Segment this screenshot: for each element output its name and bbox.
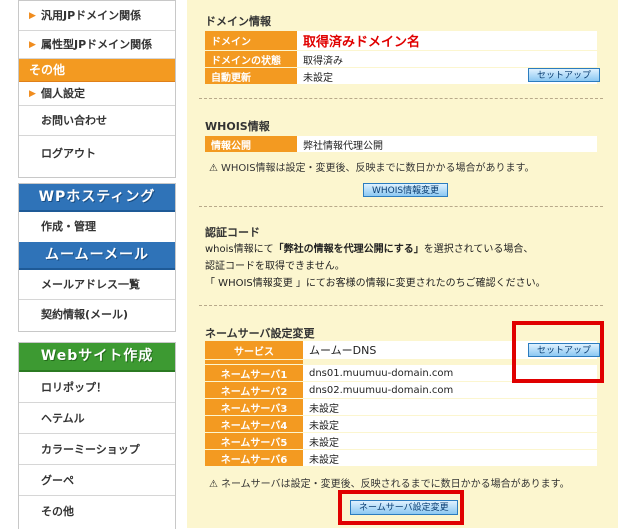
sidebar-item-contact[interactable]: お問い合わせ xyxy=(19,106,175,136)
sidebar-item-attribute-jp[interactable]: ▶ 属性型JPドメイン関係 xyxy=(19,31,175,59)
arrow-right-icon: ▶ xyxy=(29,11,36,21)
sidebar-item-label: ヘテムル xyxy=(41,412,85,425)
sidebar-item-label: グーペ xyxy=(41,474,74,487)
auto-renew-setup-button[interactable]: セットアップ xyxy=(528,68,601,82)
nameserver-title: ネームサーバ設定変更 xyxy=(205,327,315,340)
sidebar-item-label: ログアウト xyxy=(41,147,96,160)
sidebar-item-other[interactable]: その他 xyxy=(19,496,175,527)
warning-text: ネームサーバは設定・変更後、反映されるまでに数日かかる場合があります。 xyxy=(220,479,570,490)
warning-icon: ⚠ xyxy=(209,163,218,174)
sidebar-item-goope[interactable]: グーペ xyxy=(19,465,175,496)
web-site-heading: Webサイト作成 xyxy=(19,343,175,372)
whois-change-button[interactable]: WHOIS情報変更 xyxy=(363,183,449,197)
table-row: ネームサーバ3 未設定 xyxy=(205,398,597,416)
table-row: ネームサーバ2 dns02.muumuu-domain.com xyxy=(205,381,597,399)
table-value: 取得済み xyxy=(297,50,597,68)
table-key: サービス xyxy=(205,341,303,360)
warning-icon: ⚠ xyxy=(209,479,218,490)
table-row: ドメインの状態 取得済み xyxy=(205,50,597,68)
table-key: ドメイン xyxy=(205,31,297,51)
table-row: ネームサーバ5 未設定 xyxy=(205,432,597,450)
sidebar-item-label: メールアドレス一覧 xyxy=(41,278,140,291)
text: を選択されている場合、 xyxy=(423,244,534,255)
table-row: ネームサーバ4 未設定 xyxy=(205,415,597,433)
table-value: 未設定 xyxy=(303,449,597,467)
table-key: ネームサーバ1 xyxy=(205,364,303,382)
sidebar-item-generic-jp[interactable]: ▶ 汎用JPドメイン関係 xyxy=(19,1,175,31)
sidebar-item-mail-list[interactable]: メールアドレス一覧 xyxy=(19,270,175,300)
table-key: ネームサーバ5 xyxy=(205,432,303,450)
table-key: ドメインの状態 xyxy=(205,50,297,68)
table-key: ネームサーバ6 xyxy=(205,449,303,467)
wp-hosting-heading: WPホスティング xyxy=(19,184,175,212)
warning-text: WHOIS情報は設定・変更後、反映までに数日かかる場合があります。 xyxy=(220,163,535,174)
divider xyxy=(199,305,603,306)
table-row: 情報公開 弊社情報代理公開 xyxy=(205,136,597,153)
sidebar-menu-wp: WPホスティング 作成・管理 ムームーメール メールアドレス一覧 契約情報(メー… xyxy=(18,183,176,332)
divider xyxy=(199,98,603,99)
sidebar-item-colorme[interactable]: カラーミーショップ xyxy=(19,434,175,465)
text: whois情報にて xyxy=(205,244,274,255)
table-key: 情報公開 xyxy=(205,136,297,153)
table-key: ネームサーバ3 xyxy=(205,398,303,416)
table-value: 未設定 xyxy=(303,432,597,450)
table-value: 未設定 xyxy=(303,398,597,416)
auth-code-title: 認証コード xyxy=(205,226,260,239)
sidebar-item-label: お問い合わせ xyxy=(41,114,107,127)
highlight-box-change xyxy=(338,490,464,525)
sidebar-menu-web: Webサイト作成 ロリポップ！ ヘテムル カラーミーショップ グーペ その他 xyxy=(18,342,176,529)
sidebar-item-label: その他 xyxy=(41,505,74,518)
auth-code-line: whois情報にて「弊社の情報を代理公開にする」を選択されている場合、 xyxy=(205,241,546,258)
divider xyxy=(199,206,603,207)
auth-code-line: 認証コードを取得できません。 xyxy=(205,261,345,272)
whois-warning: ⚠ WHOIS情報は設定・変更後、反映までに数日かかる場合があります。 xyxy=(209,159,535,174)
sidebar-item-lolipop[interactable]: ロリポップ！ xyxy=(19,372,175,403)
sidebar-item-label: 個人設定 xyxy=(41,87,85,100)
sidebar-item-heteml[interactable]: ヘテムル xyxy=(19,403,175,434)
highlight-box-setup xyxy=(512,321,604,383)
sidebar-item-label: 属性型JPドメイン関係 xyxy=(41,38,153,51)
table-row: ドメイン 取得済みドメイン名 xyxy=(205,31,597,51)
table-value: 未設定 xyxy=(303,415,597,433)
whois-table: 情報公開 弊社情報代理公開 xyxy=(205,136,597,153)
text-bold: 「弊社の情報を代理公開にする」 xyxy=(273,244,424,255)
sidebar-section-other: その他 xyxy=(19,59,175,82)
sidebar-item-label: 作成・管理 xyxy=(41,220,96,233)
sidebar-item-label: ロリポップ！ xyxy=(41,381,107,394)
table-key: ネームサーバ4 xyxy=(205,415,303,433)
sidebar-item-label: 汎用JPドメイン関係 xyxy=(41,9,142,22)
auth-code-line: 「 WHOIS情報変更 」にてお客様の情報に変更されたのちご確認ください。 xyxy=(205,278,546,289)
table-key: ネームサーバ2 xyxy=(205,381,303,399)
domain-info-title: ドメイン情報 xyxy=(205,15,271,28)
arrow-right-icon: ▶ xyxy=(29,40,36,50)
domain-name-value: 取得済みドメイン名 xyxy=(297,31,597,51)
nameserver-warning: ⚠ ネームサーバは設定・変更後、反映されるまでに数日かかる場合があります。 xyxy=(209,475,570,490)
sidebar-menu-domain: ▶ 汎用JPドメイン関係 ▶ 属性型JPドメイン関係 その他 ▶ 個人設定 お問… xyxy=(18,0,176,178)
sidebar-item-personal-settings[interactable]: ▶ 個人設定 xyxy=(19,82,175,106)
whois-title: WHOIS情報 xyxy=(205,120,270,133)
auth-code-description: whois情報にて「弊社の情報を代理公開にする」を選択されている場合、 認証コー… xyxy=(205,241,546,292)
muumuu-mail-heading: ムームーメール xyxy=(19,242,175,270)
table-value: dns02.muumuu-domain.com xyxy=(303,381,597,399)
sidebar-item-logout[interactable]: ログアウト xyxy=(19,136,175,172)
table-row: ネームサーバ6 未設定 xyxy=(205,449,597,467)
table-key: 自動更新 xyxy=(205,67,297,85)
table-value: 弊社情報代理公開 xyxy=(297,136,597,153)
sidebar-item-mail-contract[interactable]: 契約情報(メール) xyxy=(19,300,175,330)
main-panel: ドメイン情報 ドメイン 取得済みドメイン名 ドメインの状態 取得済み 自動更新 … xyxy=(187,0,618,528)
sidebar-item-label: カラーミーショップ xyxy=(41,443,140,456)
sidebar-item-create-manage[interactable]: 作成・管理 xyxy=(19,212,175,242)
arrow-right-icon: ▶ xyxy=(29,89,36,99)
sidebar-item-label: 契約情報(メール) xyxy=(41,308,129,321)
